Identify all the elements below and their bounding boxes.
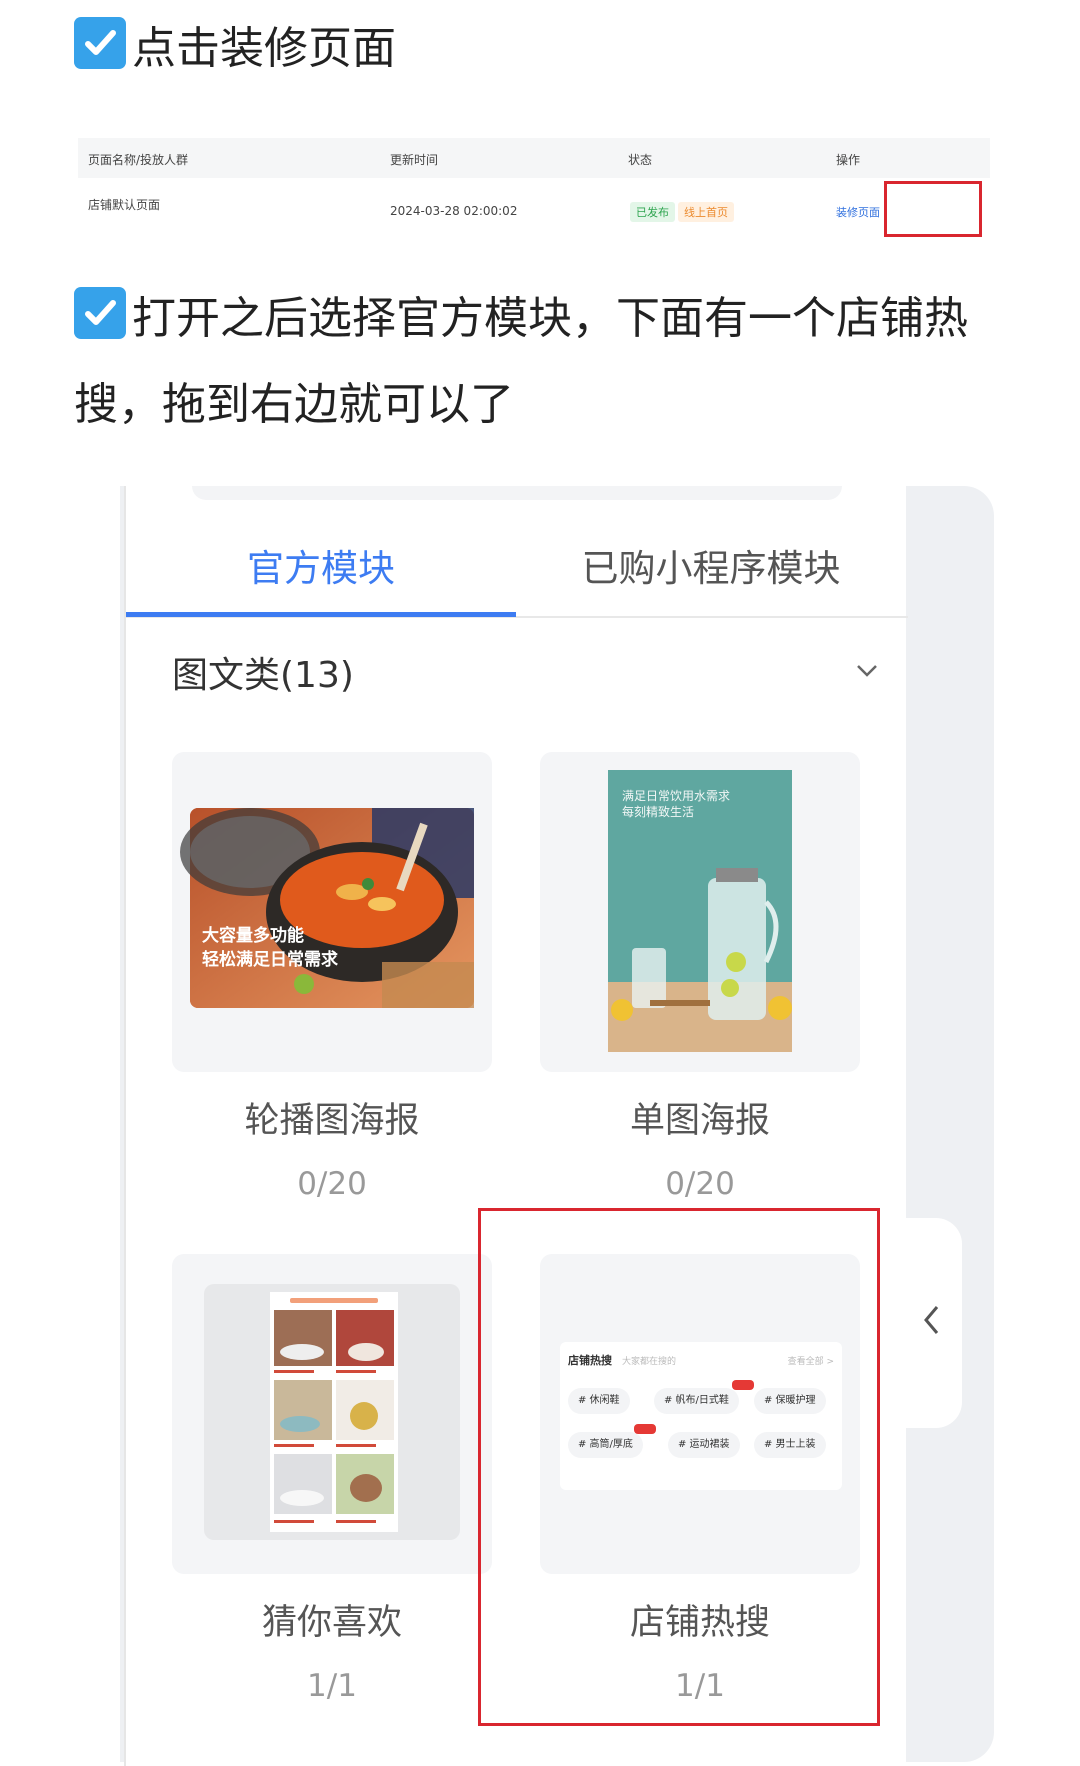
module-card-single-poster[interactable]: 满足日常饮用水需求 每刻精致生活: [540, 752, 860, 1072]
module-count-guess-you-like: 1/1: [307, 1668, 357, 1704]
module-count-single-poster: 0/20: [665, 1166, 735, 1202]
header-updated-time: 更新时间: [390, 153, 439, 167]
carousel-image-caption: 大容量多功能 轻松满足日常需求: [202, 926, 338, 970]
active-tab-indicator: [126, 612, 516, 617]
checkmark-icon: [74, 17, 126, 69]
step-1-text: 点击装修页面: [132, 23, 396, 74]
panel-top-bar: [192, 486, 842, 500]
module-card-carousel[interactable]: 大容量多功能 轻松满足日常需求: [172, 752, 492, 1072]
chevron-left-icon: [924, 1306, 939, 1334]
highlight-decorate-link: [884, 181, 982, 237]
page-list-table: 页面名称/投放人群 更新时间 状态 操作 店铺默认页面 2024-03-28 0…: [78, 138, 990, 248]
header-page-name: 页面名称/投放人群: [88, 153, 189, 167]
collapse-handle[interactable]: [900, 1218, 962, 1428]
module-name-carousel: 轮播图海报: [244, 1101, 420, 1141]
header-status: 状态: [628, 153, 653, 167]
single-poster-image-caption: 满足日常饮用水需求 每刻精致生活: [622, 789, 731, 819]
section-title[interactable]: 图文类(13): [172, 646, 354, 698]
step-2-instruction: 打开之后选择官方模块，下面有一个店铺热搜，拖到右边就可以了: [74, 276, 1020, 448]
decorate-page-link[interactable]: 装修页面: [836, 204, 880, 220]
product-grid-image: [270, 1292, 398, 1532]
checkmark-icon: [74, 287, 126, 339]
chevron-down-icon[interactable]: [856, 664, 878, 678]
status-badge-published: 已发布: [630, 202, 675, 222]
row-page-name: 店铺默认页面: [88, 198, 161, 212]
step-2-text: 打开之后选择官方模块，下面有一个店铺热搜，拖到右边就可以了: [74, 293, 968, 430]
row-updated-time: 2024-03-28 02:00:02: [390, 204, 518, 218]
step-1-instruction: 点击装修页面: [74, 6, 1020, 92]
tab-official-modules[interactable]: 官方模块: [126, 538, 516, 592]
module-name-guess-you-like: 猜你喜欢: [261, 1603, 402, 1643]
tab-purchased-modules[interactable]: 已购小程序模块: [516, 538, 906, 592]
module-card-guess-you-like[interactable]: [172, 1254, 492, 1574]
module-count-carousel: 0/20: [297, 1166, 367, 1202]
highlight-store-hot-search: [478, 1208, 880, 1726]
soup-pot-image: [180, 808, 474, 1008]
status-badge-homepage: 线上首页: [678, 202, 734, 222]
module-name-single-poster: 单图海报: [629, 1101, 770, 1141]
header-action: 操作: [836, 153, 861, 167]
